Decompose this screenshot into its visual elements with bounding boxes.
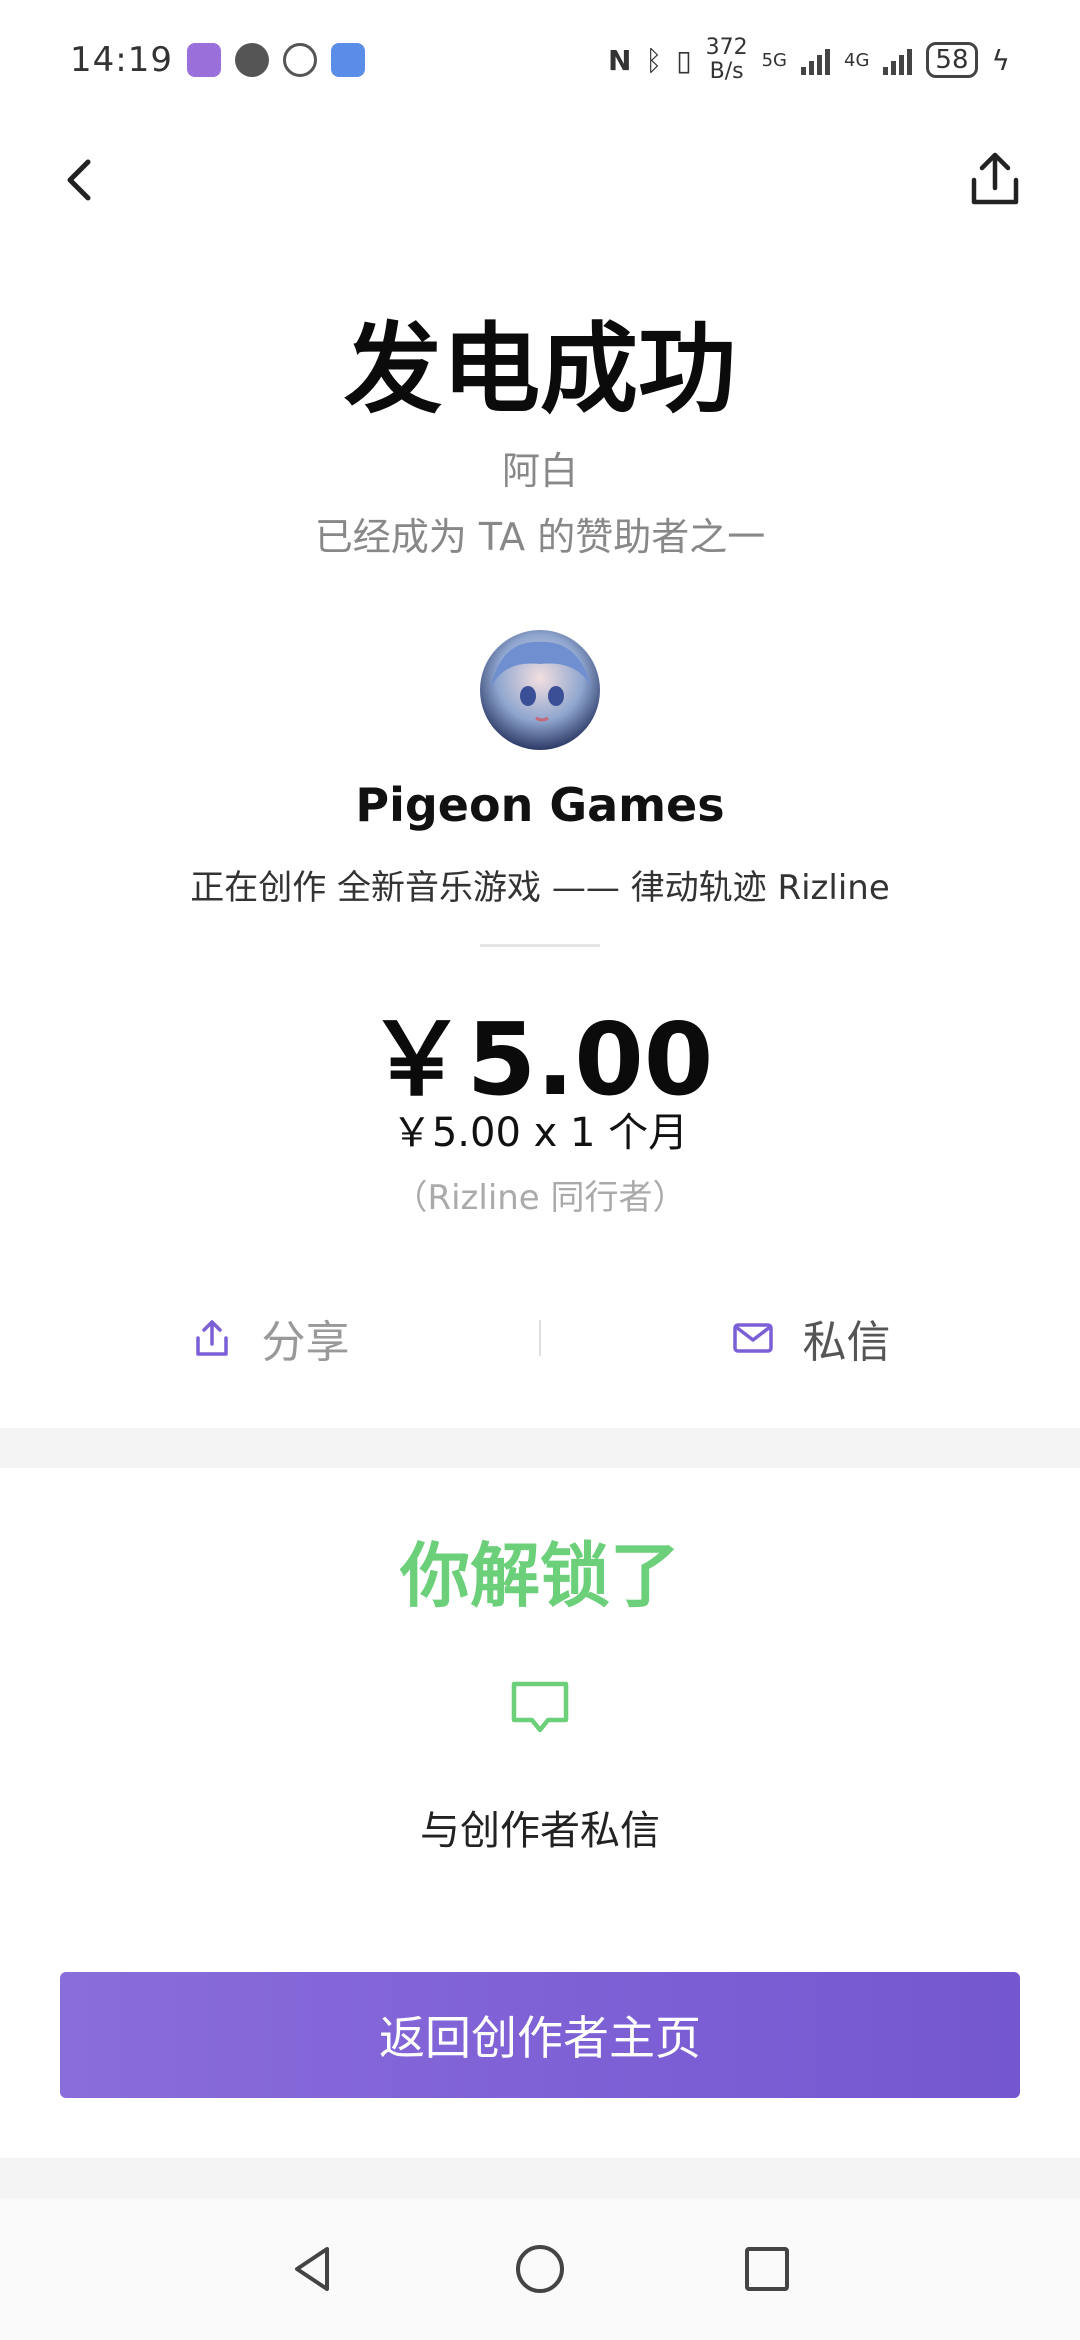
sponsor-tier: （Rizline 同行者） — [393, 1178, 687, 1218]
wechat-icon — [234, 43, 269, 77]
avatar-image — [480, 630, 600, 750]
payment-detail: ￥5.00 x 1 个月 — [391, 1110, 689, 1156]
creator-name[interactable]: Pigeon Games — [0, 778, 1080, 832]
nav-back-icon[interactable] — [283, 2239, 343, 2299]
nfc-icon: N — [607, 43, 632, 77]
charging-icon: ϟ — [991, 43, 1010, 77]
signal-icon-2 — [883, 45, 913, 75]
status-left: 14:19 — [70, 40, 365, 80]
share-button[interactable]: 分享 — [0, 1306, 539, 1370]
supporter-message: 已经成为 TA 的赞助者之一 — [314, 515, 766, 559]
share-icon — [195, 1320, 228, 1356]
action-bar: 分享 私信 — [0, 1280, 1080, 1396]
payment-result-card: 发电成功 阿白 已经成为 TA 的赞助者之一 Pigeon Games 正在创作… — [0, 120, 1080, 1428]
share-label: 分享 — [261, 1317, 350, 1368]
net-5g-label: 5G — [761, 49, 788, 71]
chevron-left-icon[interactable] — [50, 150, 110, 210]
supporter-name: 阿白 — [501, 449, 578, 493]
speed-unit: B/s — [709, 59, 744, 84]
signal-icon — [801, 45, 831, 75]
unlock-card: 你解锁了 与创作者私信 返回创作者主页 — [0, 1468, 1080, 2158]
bluetooth-icon: ᛒ — [645, 43, 663, 77]
unlock-item-label: 与创作者私信 — [420, 1808, 660, 1854]
hand-icon — [282, 43, 317, 77]
return-to-creator-button[interactable]: 返回创作者主页 — [60, 1972, 1020, 2098]
store-icon — [330, 43, 365, 77]
network-speed: 372 B/s — [706, 36, 748, 84]
mail-icon — [732, 1323, 773, 1353]
status-right: N ᛒ ▯ 372 B/s 5G 4G 58 ϟ — [608, 36, 1010, 84]
creator-description: 正在创作 全新音乐游戏 —— 律动轨迹 Rizline — [190, 868, 890, 908]
battery-indicator: 58 — [926, 42, 978, 78]
nav-recents-icon[interactable] — [737, 2239, 797, 2299]
speed-value: 372 — [705, 35, 748, 60]
status-time: 14:19 — [70, 40, 173, 80]
avatar[interactable] — [480, 630, 600, 750]
system-nav-bar — [0, 2198, 1080, 2340]
unlock-title: 你解锁了 — [400, 1535, 680, 1617]
nav-home-icon[interactable] — [510, 2239, 570, 2299]
status-bar: 14:19 N ᛒ ▯ 372 B/s 5G 4G 58 ϟ — [0, 0, 1080, 120]
share-icon[interactable] — [960, 144, 1030, 214]
divider — [480, 944, 600, 947]
vibrate-icon: ▯ — [676, 43, 692, 77]
chat-bubble-icon — [511, 1681, 569, 1733]
app-notification-icon — [186, 43, 221, 77]
message-button[interactable]: 私信 — [541, 1306, 1080, 1370]
page-title: 发电成功 — [343, 313, 736, 427]
net-4g-label: 4G — [844, 49, 870, 71]
message-label: 私信 — [802, 1317, 891, 1368]
